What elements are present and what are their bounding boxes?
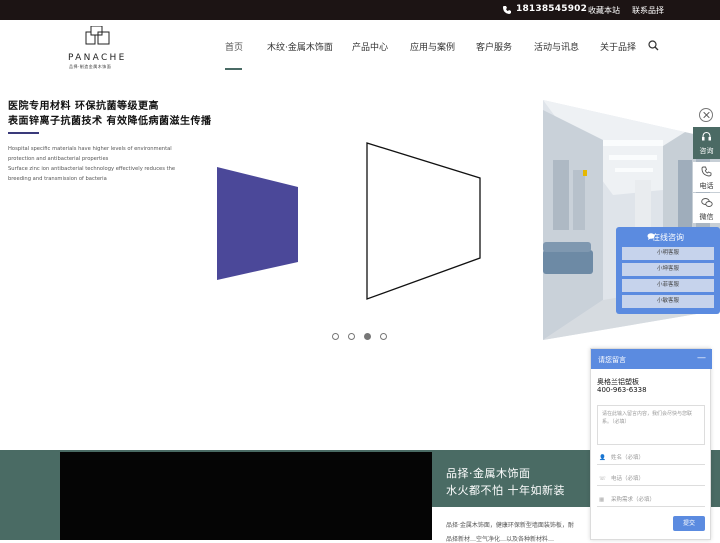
- name-placeholder: 姓名（必填）: [611, 455, 645, 461]
- outline-panel: [366, 142, 481, 300]
- feature-description: 品择·金属木饰面，健康环保新型墙面装饰板，耐: [446, 522, 574, 529]
- user-icon: 👤: [599, 455, 606, 461]
- phone-input[interactable]: ☏ 电话（必填）: [597, 472, 705, 486]
- headset-icon: [702, 131, 711, 141]
- side-phone-label: 电话: [699, 182, 714, 190]
- message-title: 请您留言: [598, 356, 626, 364]
- feature-title: 品择·金属木饰面: [446, 467, 531, 480]
- side-consult-label: 咨询: [699, 147, 714, 155]
- side-phone-button[interactable]: 电话: [693, 162, 720, 192]
- slider-dot[interactable]: [332, 333, 339, 340]
- minimize-icon[interactable]: —: [697, 353, 706, 363]
- phone-icon: [701, 166, 712, 177]
- chat-panel-title: 在线咨询: [652, 233, 684, 242]
- chat-agent-button[interactable]: 小敏客服: [622, 295, 714, 308]
- slider-dot[interactable]: [380, 333, 387, 340]
- chat-agent-button[interactable]: 小明客服: [622, 247, 714, 260]
- grid-icon: ▦: [599, 497, 605, 503]
- side-close-icon[interactable]: [699, 108, 713, 122]
- slider-dot[interactable]: [348, 333, 355, 340]
- chat-agent-button[interactable]: 小坤客服: [622, 263, 714, 276]
- message-content-input[interactable]: 请在此输入留言内容，我们会尽快与您联系。（必填）: [597, 405, 705, 445]
- submit-button[interactable]: 提交: [673, 516, 705, 531]
- video-player[interactable]: [60, 452, 432, 540]
- online-consult-panel: 在线咨询 小明客服 小坤客服 小菲客服 小敏客服: [616, 227, 720, 314]
- phone-placeholder: 电话（必填）: [611, 476, 645, 482]
- side-wechat-button[interactable]: 微信: [693, 193, 720, 223]
- feature-description-2: 品择新材…空气净化…以及各种新材料…: [446, 536, 555, 543]
- chat-agent-button[interactable]: 小菲客服: [622, 279, 714, 292]
- side-consult-button[interactable]: 咨询: [693, 127, 720, 159]
- leave-message-widget: 请您留言 — 奥格兰铝塑板 400-963-6338 请在此输入留言内容，我们会…: [590, 348, 712, 540]
- need-placeholder: 采购需求（必填）: [611, 497, 656, 503]
- need-input[interactable]: ▦ 采购需求（必填）: [597, 493, 705, 507]
- name-input[interactable]: 👤 姓名（必填）: [597, 451, 705, 465]
- purple-panel: [217, 167, 298, 280]
- message-phone: 400-963-6338: [597, 386, 647, 394]
- wechat-icon: [701, 198, 713, 207]
- message-header[interactable]: 请您留言 —: [591, 349, 712, 369]
- phone-icon: ☏: [599, 476, 606, 482]
- slider-dot-active[interactable]: [364, 333, 371, 340]
- side-wechat-label: 微信: [699, 213, 714, 221]
- feature-subtitle: 水火都不怕 十年如新装: [446, 484, 565, 497]
